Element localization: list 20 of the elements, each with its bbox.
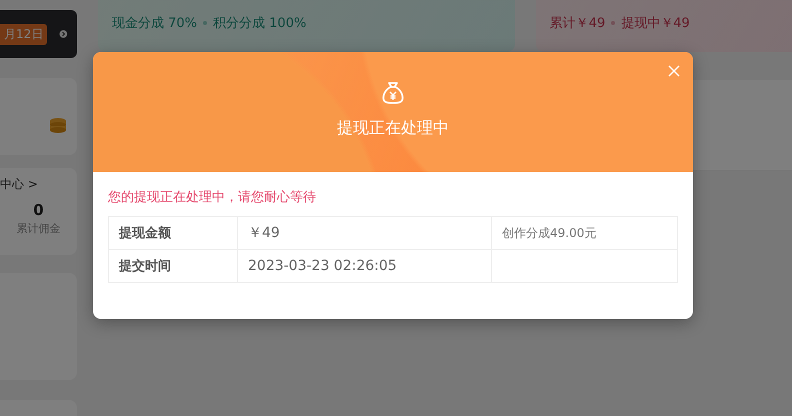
- table-cell: ￥49: [238, 216, 492, 250]
- table-cell: 提现金额: [108, 216, 238, 250]
- dialog-title: 提现正在处理中: [337, 118, 449, 139]
- separator-dot: [203, 21, 208, 25]
- coins-icon: [49, 117, 67, 135]
- commission-label: 累计佣金: [16, 221, 60, 236]
- table-cell: 2023-03-23 02:26:05: [238, 250, 492, 282]
- table-cell: 提交时间: [108, 250, 238, 282]
- share-stat: 现金分成 70%: [112, 15, 198, 32]
- money-bag-icon: [380, 80, 406, 106]
- status-message: 您的提现正在处理中，请您耐心等待: [108, 189, 317, 206]
- commission-value: 0: [33, 201, 44, 219]
- balance-stat: 提现中￥49: [621, 15, 690, 32]
- table-cell: 创作分成49.00元: [492, 216, 678, 250]
- date-badge: 月12日: [0, 24, 48, 44]
- balance-stat: 累计￥49: [550, 15, 606, 32]
- center-link[interactable]: 中心 >: [0, 176, 38, 193]
- share-stat: 积分分成 100%: [213, 15, 306, 32]
- close-icon[interactable]: [668, 65, 680, 77]
- separator-dot: [611, 21, 616, 25]
